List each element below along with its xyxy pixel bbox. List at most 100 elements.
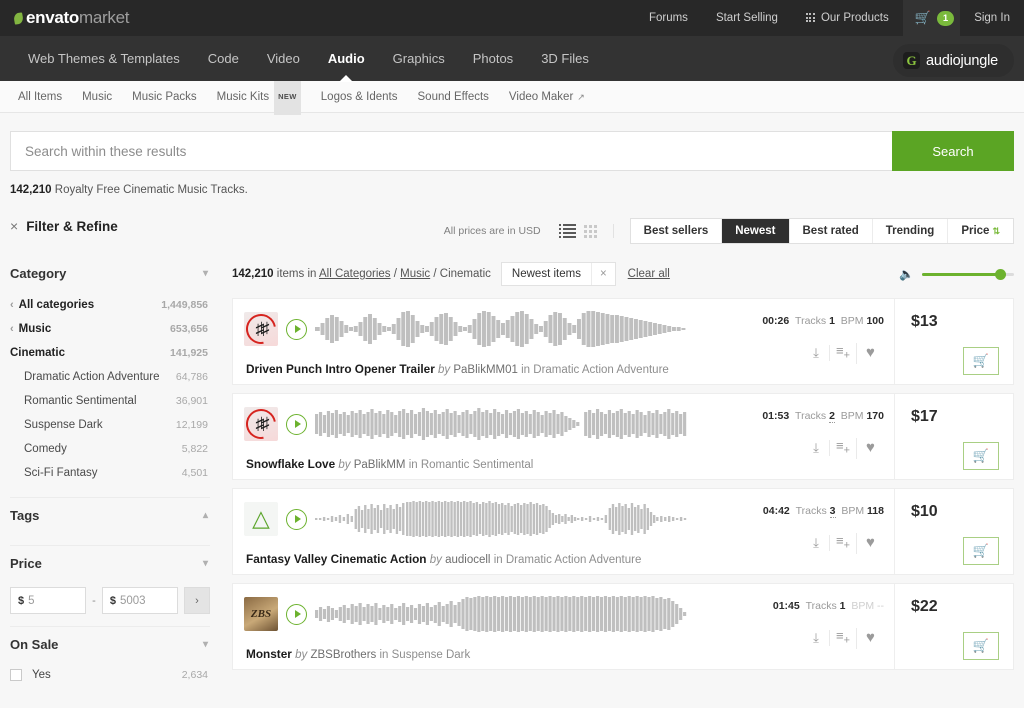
track-author[interactable]: ZBSBrothers [310, 649, 376, 661]
track-title[interactable]: Snowflake Love [246, 457, 335, 471]
chip-remove-icon[interactable]: × [590, 263, 615, 285]
close-icon[interactable]: × [10, 218, 18, 234]
download-icon[interactable]: ⤓ [803, 630, 830, 647]
play-button[interactable] [286, 413, 307, 435]
track-thumbnail[interactable] [244, 312, 278, 346]
download-icon[interactable]: ⤓ [803, 345, 830, 362]
facet-category[interactable]: Category ▾ [10, 256, 210, 291]
track-card[interactable]: Fantasy Valley Cinematic Action by audio… [232, 488, 1014, 575]
track-card[interactable]: Driven Punch Intro Opener Trailer by PaB… [232, 298, 1014, 385]
top-nav-forums[interactable]: Forums [635, 0, 702, 36]
grid-view-icon[interactable] [583, 224, 597, 238]
download-icon[interactable]: ⤓ [803, 535, 830, 552]
price-min-field[interactable]: $ 5 [10, 587, 87, 614]
sign-in-link[interactable]: Sign In [960, 0, 1024, 36]
sort-trending[interactable]: Trending [873, 219, 949, 243]
favorite-heart-icon[interactable]: ♥ [857, 630, 884, 646]
sort-best-rated[interactable]: Best rated [790, 219, 873, 243]
waveform[interactable] [315, 499, 687, 539]
track-card[interactable]: Monster by ZBSBrothers in Suspense Dark … [232, 583, 1014, 670]
envato-market-logo[interactable]: envato market [13, 8, 129, 28]
category-romantic-sentimental[interactable]: Romantic Sentimental 36,901 [10, 389, 210, 413]
top-nav-start-selling[interactable]: Start Selling [702, 0, 792, 36]
breadcrumb-all-categories[interactable]: All Categories [319, 268, 391, 280]
speaker-icon[interactable]: 🔈 [899, 267, 914, 281]
facet-price[interactable]: Price ▾ [10, 546, 210, 581]
main-nav-audio[interactable]: Audio [314, 36, 379, 82]
add-to-cart-button[interactable]: 🛒 [963, 347, 999, 375]
cart-button[interactable]: 🛒 1 [902, 0, 961, 36]
track-thumbnail[interactable] [244, 407, 278, 441]
main-nav-3d-files[interactable]: 3D Files [527, 36, 603, 81]
track-author[interactable]: PaBlikMM [354, 459, 406, 471]
facet-on-sale[interactable]: On Sale ▾ [10, 627, 210, 662]
sort-best-sellers[interactable]: Best sellers [631, 219, 723, 243]
track-card[interactable]: Snowflake Love by PaBlikMM in Romantic S… [232, 393, 1014, 480]
category-all-categories[interactable]: ‹ All categories 1,449,856 [10, 293, 210, 317]
favorite-heart-icon[interactable]: ♥ [857, 440, 884, 456]
track-title[interactable]: Monster [246, 647, 292, 661]
waveform[interactable] [315, 594, 687, 634]
main-nav-graphics[interactable]: Graphics [379, 36, 459, 81]
add-to-collection-icon[interactable]: ≡+ [830, 628, 857, 649]
sort-newest[interactable]: Newest [722, 219, 790, 243]
category-dramatic-action-adventure[interactable]: Dramatic Action Adventure 64,786 [10, 365, 210, 389]
track-category[interactable]: Romantic Sentimental [421, 459, 534, 471]
clear-all-link[interactable]: Clear all [628, 268, 670, 280]
track-author[interactable]: audiocell [445, 554, 490, 566]
tracks-count[interactable]: 3 [829, 505, 836, 518]
on-sale-checkbox[interactable] [10, 669, 22, 681]
price-apply-button[interactable]: › [184, 587, 211, 614]
volume-slider[interactable] [922, 268, 1014, 280]
play-button[interactable] [286, 318, 307, 340]
search-input[interactable] [10, 131, 892, 171]
add-to-collection-icon[interactable]: ≡+ [830, 533, 857, 554]
audiojungle-badge[interactable]: G audiojungle [893, 44, 1014, 77]
waveform[interactable] [315, 404, 687, 444]
track-thumbnail[interactable] [244, 597, 278, 631]
category-suspense-dark[interactable]: Suspense Dark 12,199 [10, 413, 210, 437]
price-max-field[interactable]: $ 5003 [101, 587, 179, 614]
track-title[interactable]: Driven Punch Intro Opener Trailer [246, 362, 435, 376]
on-sale-yes-row[interactable]: Yes 2,634 [10, 662, 210, 688]
category-comedy[interactable]: Comedy 5,822 [10, 437, 210, 461]
volume-knob[interactable] [995, 268, 1007, 280]
category-music[interactable]: ‹ Music 653,656 [10, 317, 210, 341]
breadcrumb-music[interactable]: Music [400, 268, 430, 280]
subnav-music-packs[interactable]: Music Packs [122, 81, 207, 113]
main-nav-web-themes[interactable]: Web Themes & Templates [14, 36, 194, 81]
category-cinematic[interactable]: Cinematic 141,925 [10, 341, 210, 365]
subnav-all-items[interactable]: All Items [8, 81, 72, 113]
add-to-cart-button[interactable]: 🛒 [963, 537, 999, 565]
add-to-collection-icon[interactable]: ≡+ [830, 343, 857, 364]
facet-tags[interactable]: Tags ▴ [10, 498, 210, 533]
track-author[interactable]: PaBlikMM01 [453, 364, 518, 376]
download-icon[interactable]: ⤓ [803, 440, 830, 457]
search-button[interactable]: Search [892, 131, 1014, 171]
main-nav-photos[interactable]: Photos [459, 36, 527, 81]
play-button[interactable] [286, 508, 307, 530]
tracks-count[interactable]: 2 [829, 410, 835, 423]
track-category[interactable]: Suspense Dark [392, 649, 471, 661]
main-nav-video[interactable]: Video [253, 36, 314, 81]
play-button[interactable] [286, 603, 307, 625]
add-to-cart-button[interactable]: 🛒 [963, 442, 999, 470]
list-view-icon[interactable] [558, 224, 576, 238]
main-nav-code[interactable]: Code [194, 36, 253, 81]
subnav-sound-effects[interactable]: Sound Effects [408, 81, 499, 113]
track-category[interactable]: Dramatic Action Adventure [533, 364, 669, 376]
add-to-cart-button[interactable]: 🛒 [963, 632, 999, 660]
subnav-logos-idents[interactable]: Logos & Idents [311, 81, 408, 113]
track-title[interactable]: Fantasy Valley Cinematic Action [246, 552, 427, 566]
favorite-heart-icon[interactable]: ♥ [857, 345, 884, 361]
subnav-music-kits[interactable]: Music Kits NEW [207, 78, 311, 115]
subnav-video-maker[interactable]: Video Maker ↗ [499, 81, 595, 113]
sort-price[interactable]: Price ⇅ [948, 219, 1013, 243]
waveform[interactable] [315, 309, 687, 349]
track-category[interactable]: Dramatic Action Adventure [506, 554, 642, 566]
category-sci-fi-fantasy[interactable]: Sci-Fi Fantasy 4,501 [10, 461, 210, 485]
add-to-collection-icon[interactable]: ≡+ [830, 438, 857, 459]
filter-refine-header[interactable]: × Filter & Refine [10, 218, 210, 234]
favorite-heart-icon[interactable]: ♥ [857, 535, 884, 551]
track-thumbnail[interactable] [244, 502, 278, 536]
